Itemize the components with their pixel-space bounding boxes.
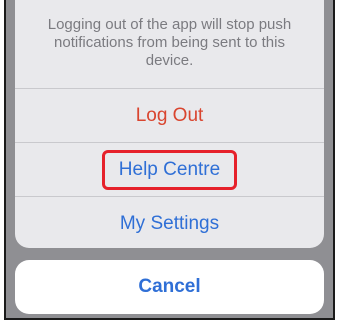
help-centre-button[interactable]: Help Centre [15,143,324,196]
my-settings-button[interactable]: My Settings [15,197,324,248]
action-sheet-message: Logging out of the app will stop push no… [47,16,292,69]
cancel-label: Cancel [138,276,201,297]
cancel-button[interactable]: Cancel [15,260,324,314]
my-settings-label: My Settings [119,212,220,234]
help-centre-highlight: Help Centre [101,149,238,190]
log-out-label: Log Out [135,104,204,126]
action-sheet: Logging out of the app will stop push no… [15,0,324,248]
log-out-button[interactable]: Log Out [15,89,324,142]
screenshot-frame: Logging out of the app will stop push no… [4,0,335,320]
help-centre-label: Help Centre [118,158,221,180]
